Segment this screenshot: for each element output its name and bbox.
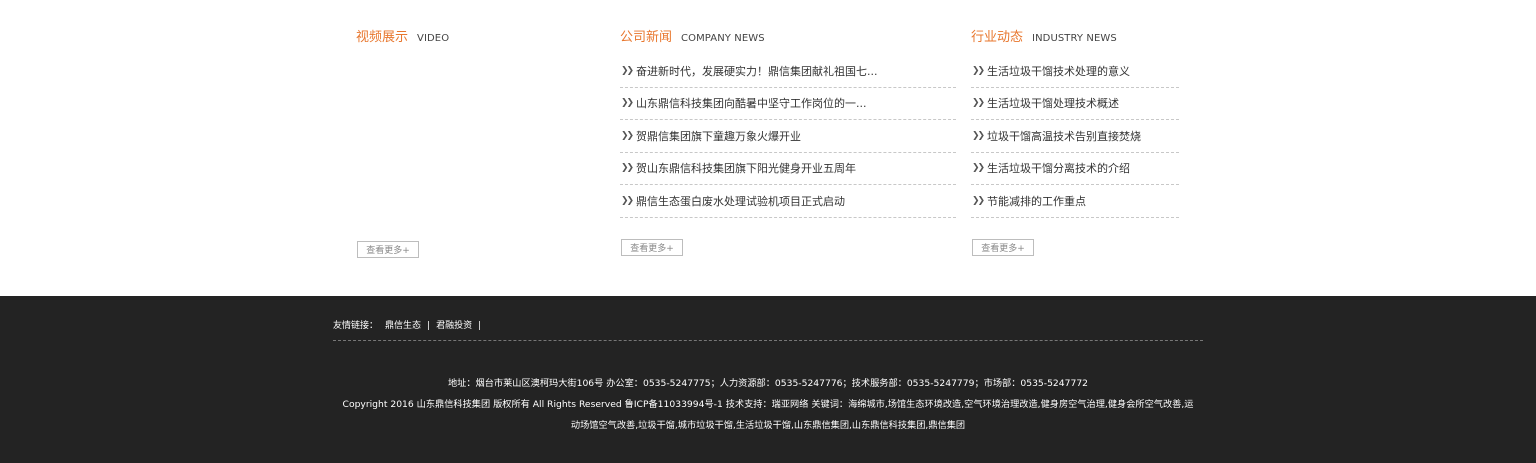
news-item-title[interactable]: 贺鼎信集团旗下童趣万象火爆开业 xyxy=(636,128,801,144)
news-list-item[interactable]: ❯❯ 贺鼎信集团旗下童趣万象火爆开业 xyxy=(620,120,956,153)
news-item-title[interactable]: 垃圾干馏高温技术告别直接焚烧 xyxy=(987,128,1141,144)
company-news-subtitle: COMPANY NEWS xyxy=(681,33,765,44)
news-list-item[interactable]: ❯❯ 奋进新时代，发展硬实力！鼎信集团献礼祖国七... xyxy=(620,55,956,88)
company-news-more-button[interactable]: 查看更多+ xyxy=(621,239,683,256)
double-chevron-right-icon: ❯❯ xyxy=(621,65,634,76)
industry-news-subtitle: INDUSTRY NEWS xyxy=(1032,33,1117,44)
news-item-title[interactable]: 山东鼎信科技集团向酷暑中坚守工作岗位的一... xyxy=(636,95,867,111)
news-item-title[interactable]: 奋进新时代，发展硬实力！鼎信集团献礼祖国七... xyxy=(636,63,878,79)
double-chevron-right-icon: ❯❯ xyxy=(972,163,985,174)
double-chevron-right-icon: ❯❯ xyxy=(972,65,985,76)
double-chevron-right-icon: ❯❯ xyxy=(621,130,634,141)
news-item-title[interactable]: 生活垃圾干馏处理技术概述 xyxy=(987,95,1119,111)
friend-link[interactable]: 鼎信生态 xyxy=(385,321,421,331)
news-list-item[interactable]: ❯❯ 山东鼎信科技集团向酷暑中坚守工作岗位的一... xyxy=(620,88,956,120)
friend-links-label: 友情链接： xyxy=(333,321,379,331)
news-list-item[interactable]: ❯❯ 鼎信生态蛋白废水处理试验机项目正式启动 xyxy=(620,185,956,218)
site-footer: 友情链接： 鼎信生态 | 君融投资 | 地址：烟台市莱山区澳柯玛大街106号 办公室：0… xyxy=(0,296,1536,463)
video-section-title: 视频展示 xyxy=(356,30,409,45)
footer-divider xyxy=(333,340,1203,341)
double-chevron-right-icon: ❯❯ xyxy=(621,195,634,206)
news-list-item[interactable]: ❯❯ 节能减排的工作重点 xyxy=(971,185,1179,218)
double-chevron-right-icon: ❯❯ xyxy=(621,98,634,109)
friend-link[interactable]: 君融投资 xyxy=(436,321,472,331)
news-item-title[interactable]: 生活垃圾干馏技术处理的意义 xyxy=(987,63,1130,79)
news-list-item[interactable]: ❯❯ 贺山东鼎信科技集团旗下阳光健身开业五周年 xyxy=(620,153,956,185)
double-chevron-right-icon: ❯❯ xyxy=(972,98,985,109)
link-separator: | xyxy=(427,321,431,331)
news-item-title[interactable]: 生活垃圾干馏分离技术的介绍 xyxy=(987,160,1130,176)
news-list-item[interactable]: ❯❯ 垃圾干馏高温技术告别直接焚烧 xyxy=(971,120,1179,153)
video-section-subtitle: VIDEO xyxy=(417,33,450,44)
footer-copyright: Copyright 2016 山东鼎信科技集团 版权所有 All Rights … xyxy=(342,399,1194,410)
news-list-item[interactable]: ❯❯ 生活垃圾干馏技术处理的意义 xyxy=(971,55,1179,88)
industry-news-more-button[interactable]: 查看更多+ xyxy=(972,239,1034,256)
video-section-header: 视频展示 VIDEO xyxy=(356,26,449,45)
double-chevron-right-icon: ❯❯ xyxy=(621,163,634,174)
industry-news-title: 行业动态 xyxy=(971,30,1024,45)
industry-news-header: 行业动态 INDUSTRY NEWS xyxy=(971,26,1117,45)
footer-address: 地址：烟台市莱山区澳柯玛大街106号 办公室：0535-5247775；人力资源… xyxy=(447,378,1089,389)
news-item-title[interactable]: 贺山东鼎信科技集团旗下阳光健身开业五周年 xyxy=(636,160,856,176)
friend-links: 友情链接： 鼎信生态 | 君融投资 | xyxy=(333,318,484,331)
company-news-title: 公司新闻 xyxy=(620,30,673,45)
link-separator: | xyxy=(478,321,482,331)
video-more-button[interactable]: 查看更多+ xyxy=(357,241,419,258)
industry-news-list: ❯❯ 生活垃圾干馏技术处理的意义 ❯❯ 生活垃圾干馏处理技术概述 ❯❯ 垃圾干馏高温技… xyxy=(971,55,1179,218)
double-chevron-right-icon: ❯❯ xyxy=(972,195,985,206)
news-list-item[interactable]: ❯❯ 生活垃圾干馏分离技术的介绍 xyxy=(971,153,1179,185)
double-chevron-right-icon: ❯❯ xyxy=(972,130,985,141)
company-news-list: ❯❯ 奋进新时代，发展硬实力！鼎信集团献礼祖国七... ❯❯ 山东鼎信科技集团向酷暑… xyxy=(620,55,956,218)
news-item-title[interactable]: 节能减排的工作重点 xyxy=(987,193,1086,209)
company-news-header: 公司新闻 COMPANY NEWS xyxy=(620,26,765,45)
news-list-item[interactable]: ❯❯ 生活垃圾干馏处理技术概述 xyxy=(971,88,1179,120)
footer-keywords: 动场馆空气改善,垃圾干馏,城市垃圾干馏,生活垃圾干馏,山东鼎信集团,山东鼎信科技… xyxy=(570,420,966,431)
news-item-title[interactable]: 鼎信生态蛋白废水处理试验机项目正式启动 xyxy=(636,193,845,209)
